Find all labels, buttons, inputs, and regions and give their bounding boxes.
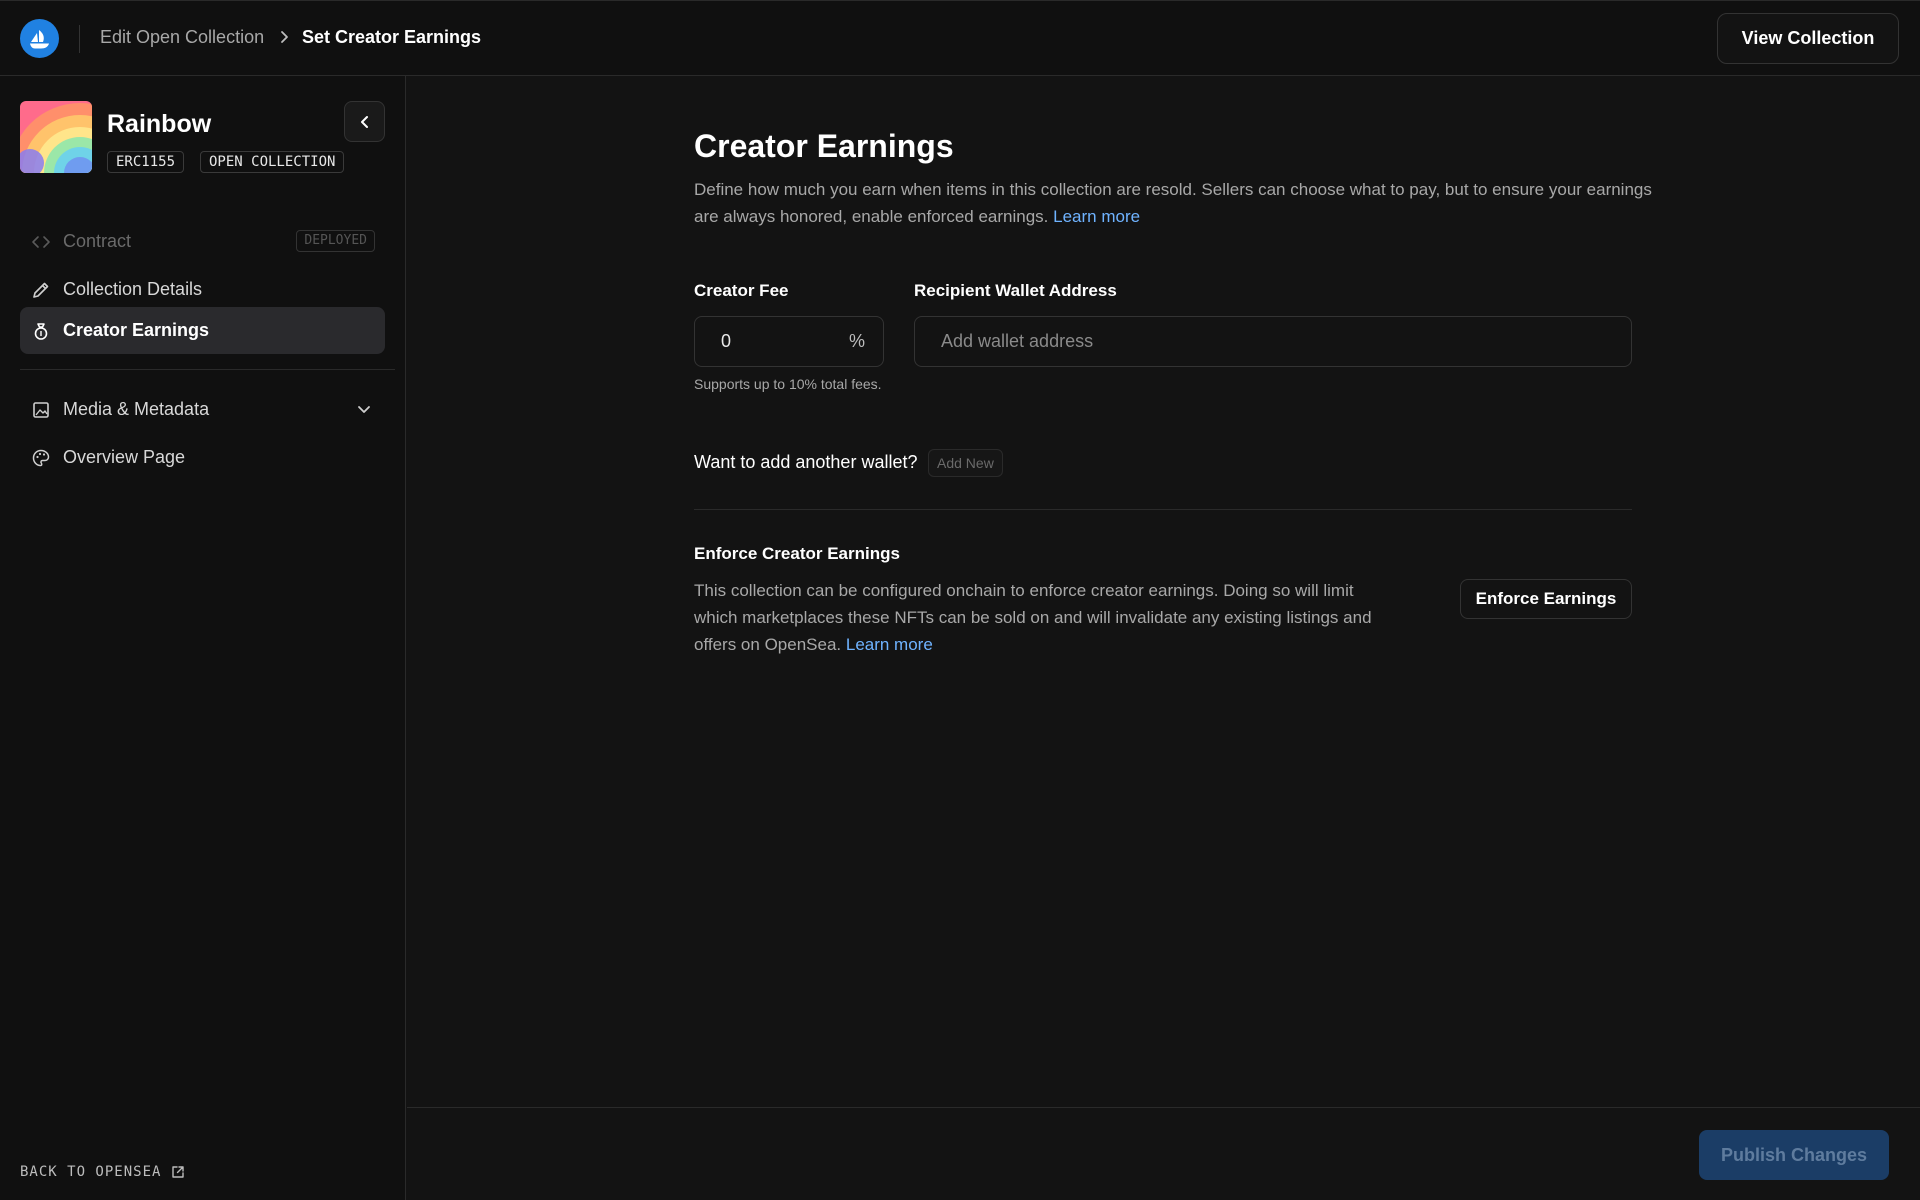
footer-bar: Publish Changes — [407, 1107, 1920, 1200]
main-content: Creator Earnings Define how much you ear… — [407, 76, 1920, 1107]
chevron-right-icon — [281, 31, 288, 43]
token-standard-tag: ERC1155 — [107, 151, 185, 173]
enforce-section-title: Enforce Creator Earnings — [694, 544, 900, 563]
sidebar-item-collection-details[interactable]: Collection Details — [20, 266, 385, 313]
sidebar-item-label: Creator Earnings — [63, 320, 210, 340]
wallet-address-input[interactable] — [914, 316, 1632, 367]
sidebar-item-label: Overview Page — [63, 447, 186, 467]
external-link-icon — [172, 1166, 185, 1178]
sidebar-item-label: Collection Details — [63, 279, 203, 299]
collection-type-tag: OPEN COLLECTION — [200, 151, 345, 173]
breadcrumb-parent[interactable]: Edit Open Collection — [100, 27, 264, 48]
creator-fee-input[interactable] — [709, 317, 839, 366]
back-link-label: BACK TO OPENSEA — [20, 1164, 162, 1180]
enforce-learn-more-link[interactable]: Learn more — [846, 635, 933, 654]
add-wallet-question: Want to add another wallet? — [694, 452, 918, 472]
code-icon — [31, 232, 51, 252]
enforce-description-text: This collection can be configured onchai… — [694, 581, 1372, 654]
page-title: Creator Earnings — [694, 128, 954, 164]
header-divider — [79, 25, 80, 53]
deployed-badge: DEPLOYED — [296, 230, 375, 252]
page-description-text: Define how much you earn when items in t… — [694, 180, 1652, 226]
sidebar-item-overview-page[interactable]: Overview Page — [20, 434, 385, 481]
section-divider — [694, 509, 1632, 510]
sidebar-item-creator-earnings[interactable]: Creator Earnings — [20, 307, 385, 354]
learn-more-link[interactable]: Learn more — [1053, 207, 1140, 226]
top-bar: Edit Open Collection Set Creator Earning… — [0, 0, 1920, 76]
view-collection-button[interactable]: View Collection — [1717, 13, 1899, 64]
pencil-icon — [31, 280, 51, 300]
back-to-opensea-link[interactable]: BACK TO OPENSEA — [20, 1164, 185, 1180]
collapse-sidebar-button[interactable] — [344, 101, 385, 142]
sidebar: Rainbow ERC1155 OPEN COLLECTION Contract… — [0, 76, 406, 1200]
money-bag-icon — [31, 321, 51, 341]
chevron-left-icon — [360, 115, 368, 128]
image-icon — [31, 400, 51, 420]
palette-icon — [31, 448, 51, 468]
sidebar-item-media-metadata[interactable]: Media & Metadata — [20, 386, 385, 433]
creator-fee-field: % — [694, 316, 884, 367]
page-description: Define how much you earn when items in t… — [694, 176, 1654, 230]
collection-name: Rainbow — [107, 110, 212, 138]
wallet-address-label: Recipient Wallet Address — [914, 281, 1117, 300]
sidebar-item-label: Contract — [63, 231, 132, 251]
publish-changes-button[interactable]: Publish Changes — [1699, 1130, 1889, 1180]
enforce-description: This collection can be configured onchai… — [694, 577, 1374, 658]
chevron-down-icon[interactable] — [355, 400, 373, 418]
add-new-wallet-button[interactable]: Add New — [928, 449, 1003, 477]
collection-thumbnail — [20, 101, 92, 173]
sidebar-item-label: Media & Metadata — [63, 399, 210, 419]
sidebar-divider — [20, 369, 395, 370]
creator-fee-label: Creator Fee — [694, 281, 789, 300]
opensea-logo-icon[interactable] — [20, 19, 59, 58]
enforce-earnings-button[interactable]: Enforce Earnings — [1460, 579, 1632, 619]
sidebar-item-contract[interactable]: Contract DEPLOYED — [20, 218, 385, 265]
breadcrumb-current: Set Creator Earnings — [302, 27, 482, 47]
creator-fee-help: Supports up to 10% total fees. — [694, 376, 882, 392]
percent-suffix: % — [848, 331, 865, 351]
